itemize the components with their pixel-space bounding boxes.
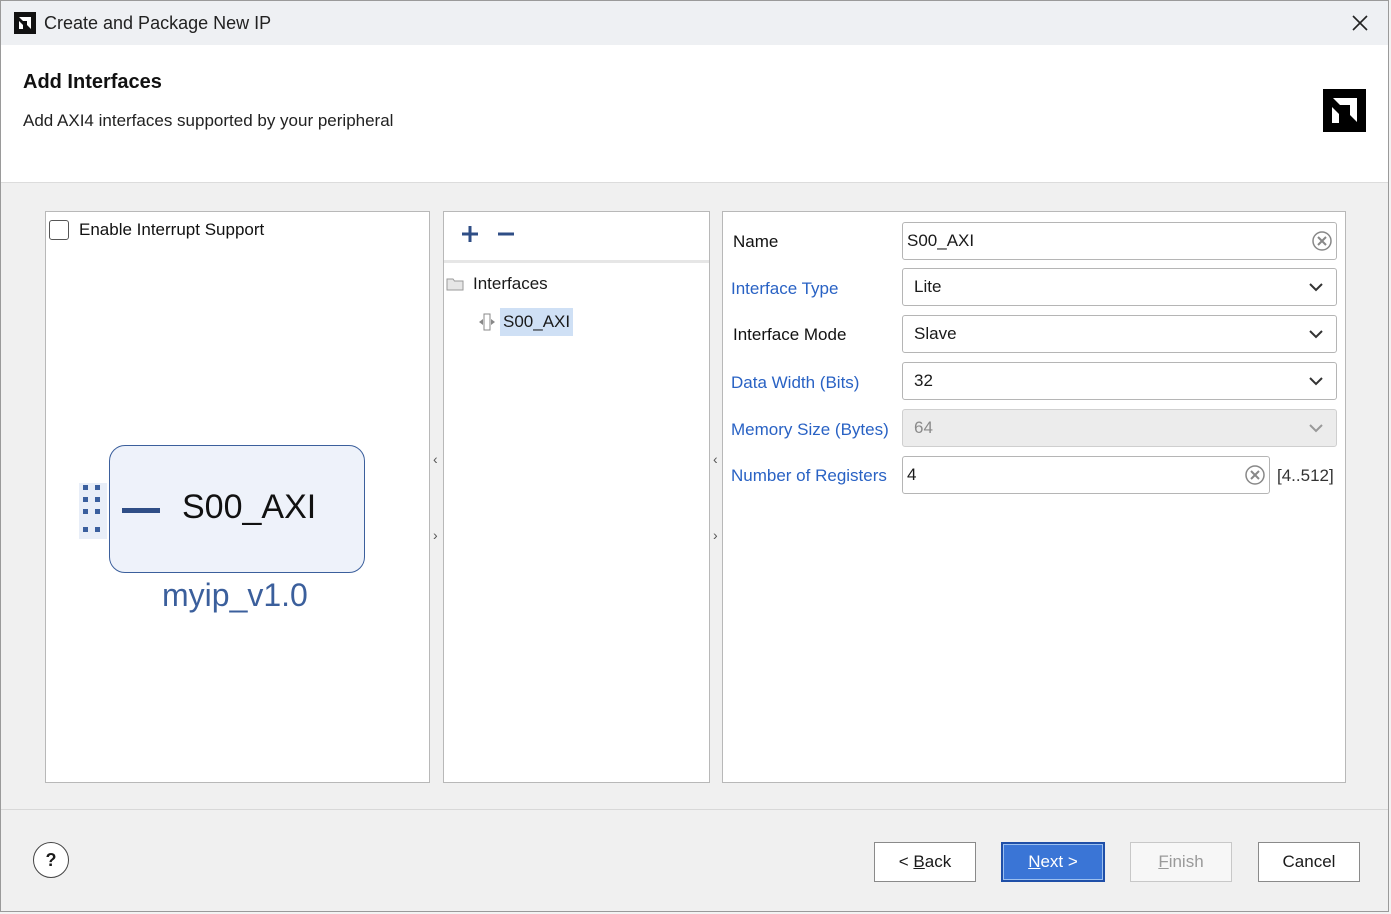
ip-symbol-interface-label: S00_AXI [182, 488, 317, 526]
port-pins-icon [79, 483, 107, 539]
page-title: Add Interfaces [23, 71, 162, 93]
ip-name-label: myip_v1.0 [162, 577, 308, 613]
tree-item-s00-axi[interactable]: S00_AXI [478, 308, 574, 336]
window-title: Create and Package New IP [44, 13, 272, 33]
amd-app-icon [14, 12, 36, 34]
interface-type-select[interactable]: Lite [902, 268, 1337, 306]
back-label: ack [924, 852, 952, 871]
interface-type-value: Lite [914, 277, 942, 296]
name-label: Name [733, 232, 779, 251]
name-field[interactable]: S00_AXI [902, 222, 1337, 260]
memory-size-select: 64 [902, 409, 1337, 447]
interrupt-checkbox[interactable] [49, 220, 69, 240]
data-width-select[interactable]: 32 [902, 362, 1337, 400]
finish-mnemonic: F [1158, 852, 1169, 871]
wizard-header: Add Interfaces Add AXI4 interfaces suppo… [1, 45, 1388, 183]
bus-interface-icon [479, 313, 495, 331]
finish-button: Finish [1130, 842, 1232, 882]
ip-symbol-block: S00_AXI [109, 445, 365, 573]
num-registers-label: Number of Registers [731, 466, 887, 485]
chevron-down-icon [1309, 330, 1323, 339]
title-bar: Create and Package New IP [1, 1, 1388, 45]
interfaces-toolbar [444, 212, 709, 263]
help-button[interactable]: ? [33, 842, 69, 878]
memory-size-value: 64 [914, 418, 933, 437]
add-interface-button[interactable] [458, 222, 482, 246]
chevron-down-icon [1309, 424, 1323, 433]
collapse-left-icon[interactable]: ‹ [433, 451, 438, 467]
next-label: ext > [1040, 852, 1078, 871]
data-width-value: 32 [914, 371, 933, 390]
back-mnemonic: B [913, 852, 925, 871]
name-value: S00_AXI [907, 231, 975, 250]
next-mnemonic: N [1028, 852, 1041, 871]
page-subtitle: Add AXI4 interfaces supported by your pe… [23, 111, 394, 130]
expand-middle-icon[interactable]: › [713, 527, 718, 543]
clear-icon[interactable] [1245, 465, 1265, 485]
memory-size-label: Memory Size (Bytes) [731, 420, 889, 439]
cancel-button[interactable]: Cancel [1258, 842, 1360, 882]
remove-interface-button[interactable] [494, 222, 518, 246]
num-registers-value: 4 [907, 465, 917, 484]
wizard-body: Enable Interrupt Support S00_AXI myip_v1… [1, 183, 1388, 809]
tree-root-label: Interfaces [473, 274, 548, 293]
tree-root-interfaces[interactable]: Interfaces [446, 274, 548, 294]
chevron-down-icon [1309, 283, 1323, 292]
chevron-down-icon [1309, 377, 1323, 386]
back-prefix: < [898, 852, 914, 871]
wizard-footer: ? < Back Next > Finish Cancel [1, 809, 1388, 911]
data-width-label: Data Width (Bits) [731, 373, 860, 392]
back-button[interactable]: < Back [874, 842, 976, 882]
tree-item-label: S00_AXI [500, 308, 574, 336]
next-button[interactable]: Next > [1001, 842, 1105, 882]
clear-icon[interactable] [1312, 231, 1332, 251]
interface-mode-value: Slave [914, 324, 957, 343]
folder-icon [446, 278, 464, 291]
interrupt-support-option[interactable]: Enable Interrupt Support [49, 220, 264, 240]
num-registers-field[interactable]: 4 [902, 456, 1270, 494]
amd-logo-icon [1323, 89, 1366, 132]
interface-type-label: Interface Type [731, 279, 839, 298]
collapse-middle-icon[interactable]: ‹ [713, 451, 718, 467]
expand-right-icon[interactable]: › [433, 527, 438, 543]
interface-properties-panel: Name S00_AXI Interface Type Lite Interfa… [722, 211, 1346, 783]
num-registers-range: [4..512] [1277, 466, 1334, 485]
finish-label: inish [1168, 852, 1204, 871]
interfaces-tree-panel: Interfaces S00_AXI [443, 211, 710, 783]
close-icon[interactable] [1348, 11, 1372, 35]
interface-collapse-icon[interactable] [122, 508, 160, 513]
interface-mode-select[interactable]: Slave [902, 315, 1337, 353]
dialog-window: Create and Package New IP Add Interfaces… [0, 0, 1389, 912]
interrupt-label: Enable Interrupt Support [79, 220, 265, 239]
interface-mode-label: Interface Mode [733, 325, 847, 344]
